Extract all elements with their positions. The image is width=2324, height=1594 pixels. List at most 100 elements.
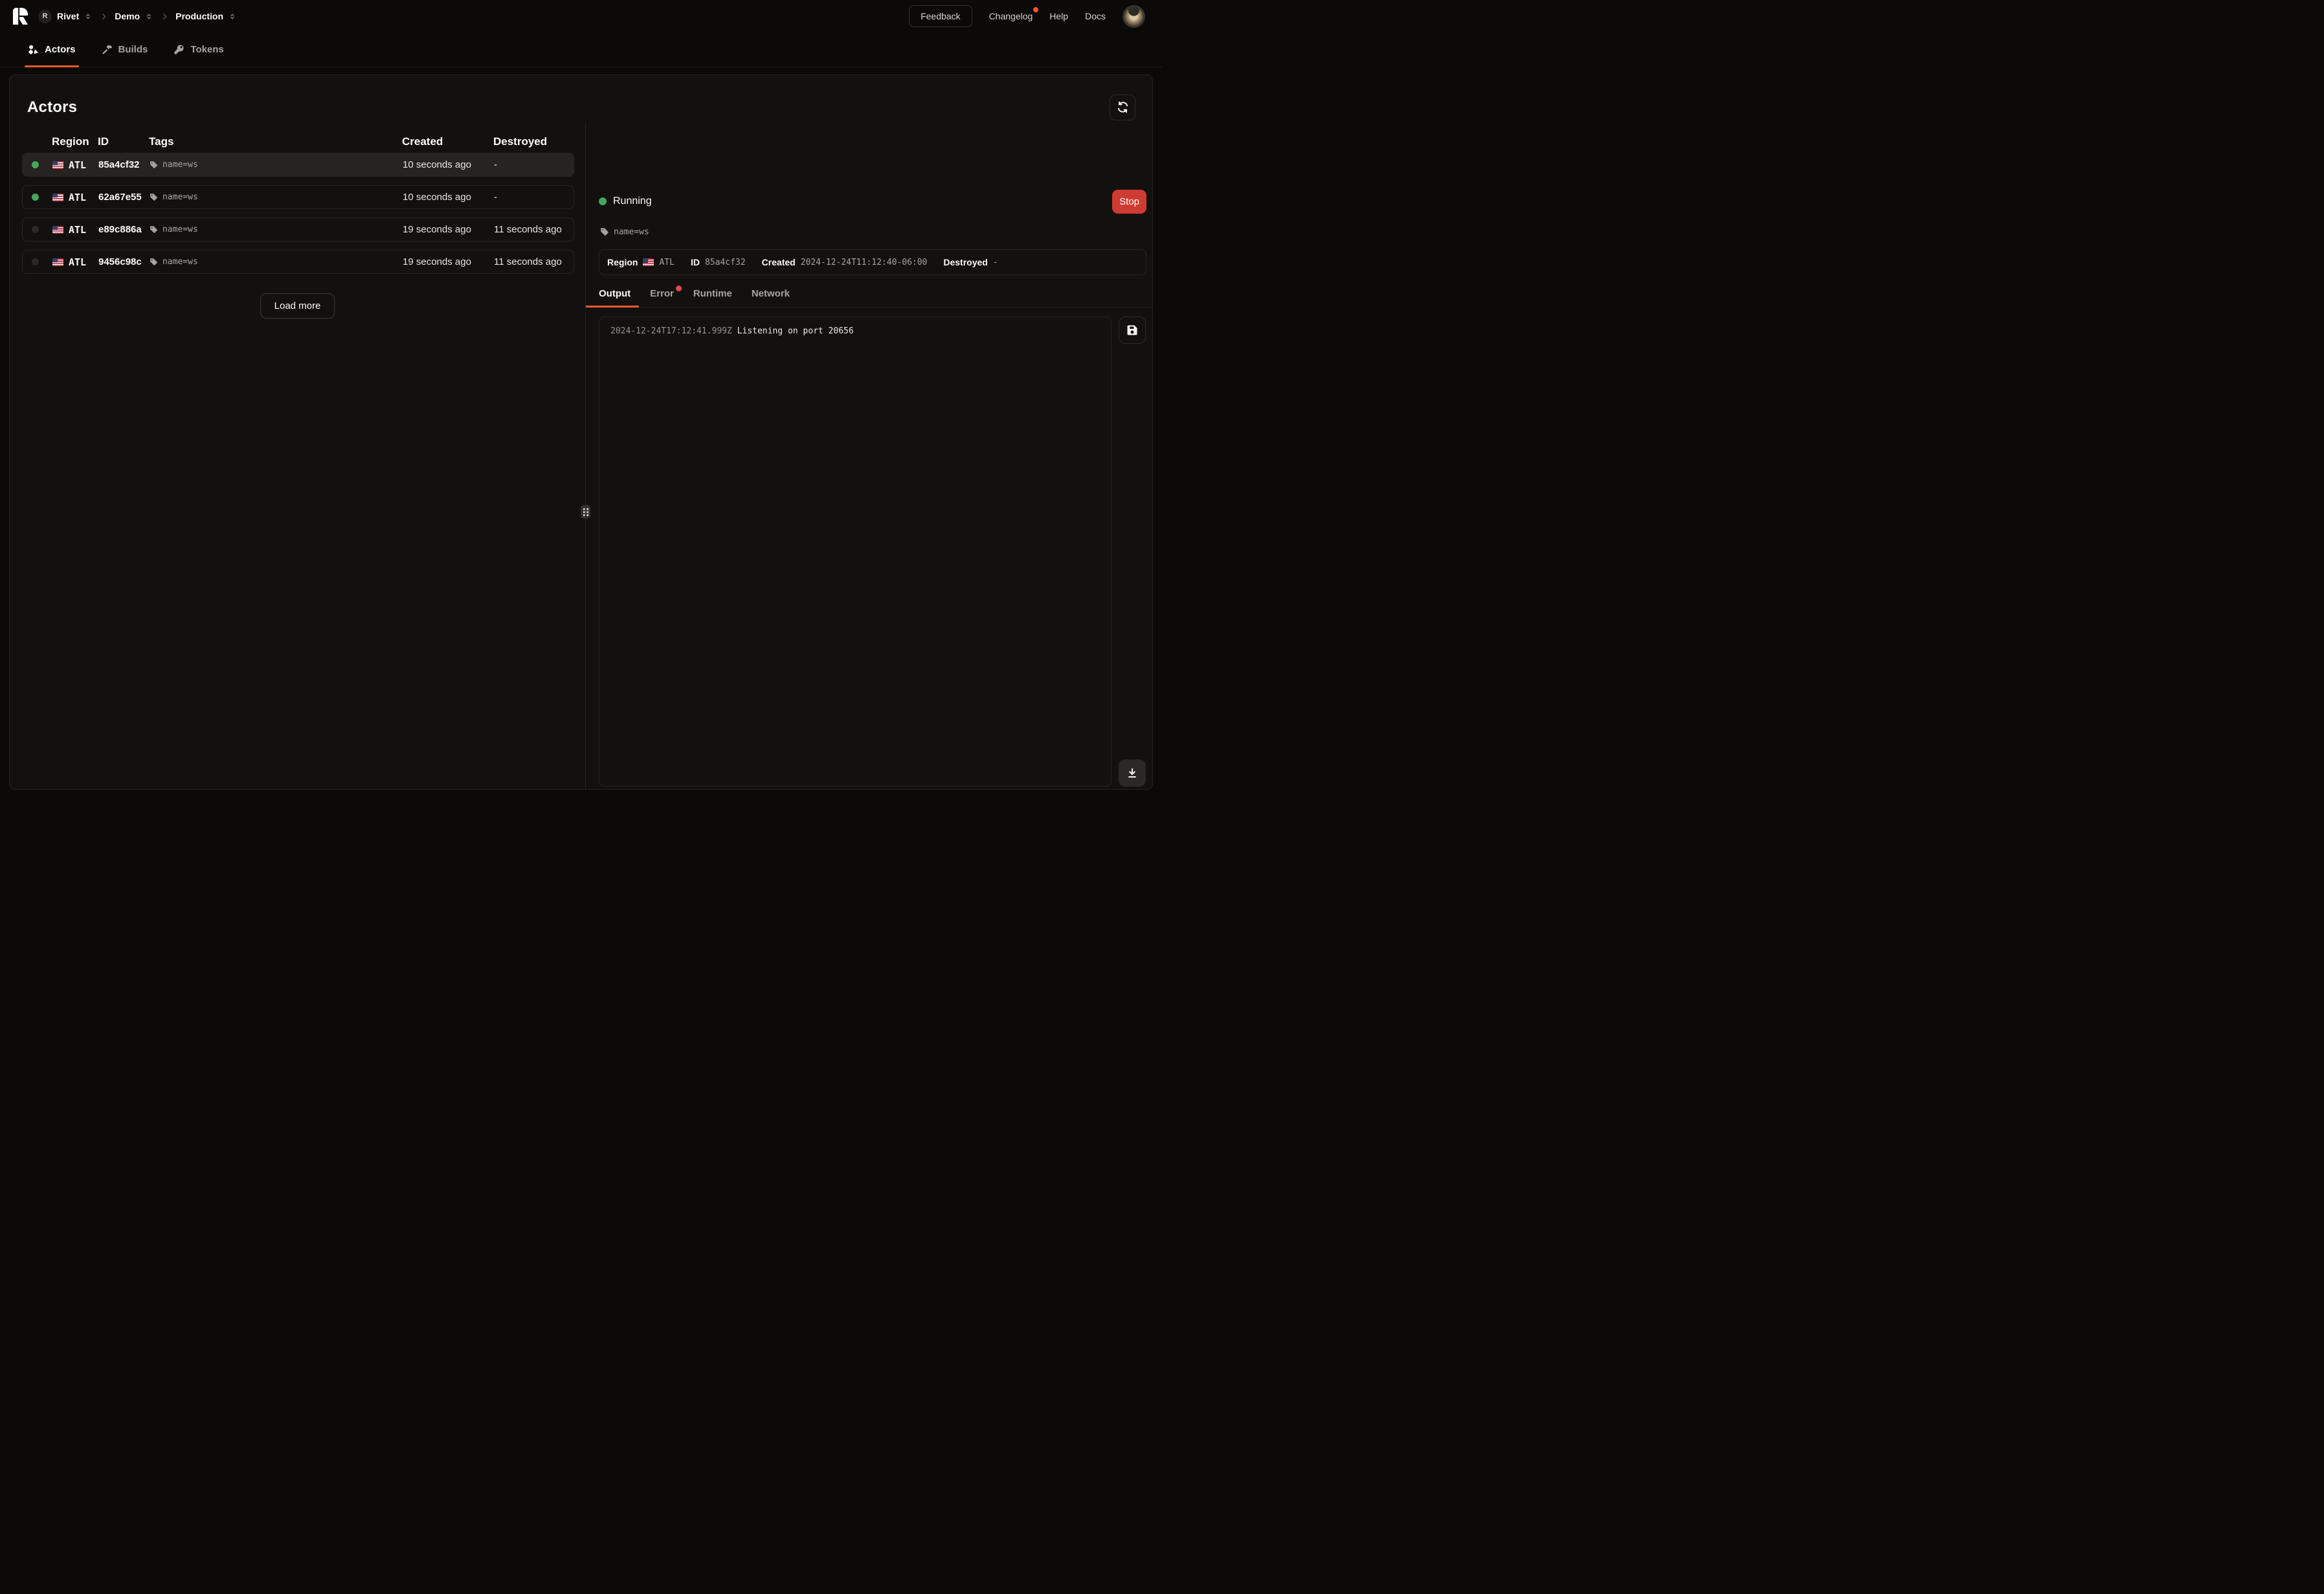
actor-id: 85a4cf32	[98, 159, 150, 170]
tag-icon	[150, 225, 158, 234]
top-header: R Rivet Demo Production	[0, 0, 1162, 32]
col-header-id: ID	[98, 135, 149, 148]
tab-actors-label: Actors	[45, 44, 76, 55]
status-dot-destroyed	[32, 226, 39, 233]
tag-icon	[150, 193, 158, 201]
detail-status-row: Running Stop	[599, 189, 1146, 214]
status-label: Running	[613, 196, 652, 207]
us-flag-icon	[52, 161, 63, 169]
feedback-button[interactable]: Feedback	[909, 5, 972, 27]
status-dot-running	[32, 194, 39, 201]
log-output-panel[interactable]: 2024-12-24T17:12:41.999Z Listening on po…	[599, 317, 1112, 787]
card-header: Actors	[10, 75, 1152, 122]
created-at: 19 seconds ago	[403, 224, 494, 235]
page-title: Actors	[27, 98, 77, 117]
tab-error[interactable]: Error	[650, 288, 674, 307]
rivet-dashboard: R Rivet Demo Production	[0, 0, 1162, 797]
table-row[interactable]: ATL e89c886a name=ws 19 seconds ago 11 s…	[22, 218, 574, 241]
breadcrumb-org[interactable]: R Rivet	[38, 10, 79, 23]
log-timestamp: 2024-12-24T17:12:41.999Z	[610, 326, 732, 336]
actors-card: Actors Region ID Tags Created	[9, 74, 1153, 790]
error-notification-dot	[676, 286, 682, 291]
col-header-destroyed: Destroyed	[493, 135, 574, 148]
actor-id: 9456c98c	[98, 256, 150, 267]
tab-network[interactable]: Network	[752, 288, 790, 307]
col-header-region: Region	[47, 135, 98, 148]
environment-switcher-caret-icon[interactable]	[227, 12, 238, 21]
status-dot-running	[32, 161, 39, 168]
org-name: Rivet	[57, 11, 79, 21]
changelog-link[interactable]: Changelog	[989, 11, 1033, 21]
table-row[interactable]: ATL 62a67e55 name=ws 10 seconds ago -	[22, 185, 574, 209]
tab-actors[interactable]: Actors	[27, 32, 77, 67]
main-tabbar: Actors Builds Tokens	[0, 32, 1162, 67]
actor-detail-pane: Running Stop name=ws Region ATL ID 85a4c…	[586, 122, 1152, 789]
hammer-icon	[102, 44, 113, 55]
actor-tag: name=ws	[162, 160, 198, 170]
rivet-logo-icon[interactable]	[13, 8, 28, 25]
project-switcher-caret-icon[interactable]	[144, 12, 154, 21]
log-message: Listening on port 20656	[737, 326, 854, 336]
pane-divider	[585, 122, 586, 789]
us-flag-icon	[52, 226, 63, 234]
project-name: Demo	[115, 11, 140, 21]
table-row[interactable]: ATL 85a4cf32 name=ws 10 seconds ago -	[22, 153, 574, 177]
table-row[interactable]: ATL 9456c98c name=ws 19 seconds ago 11 s…	[22, 250, 574, 274]
tag-icon	[600, 227, 609, 236]
destroyed-at: -	[494, 159, 574, 170]
status-dot-destroyed	[32, 258, 39, 265]
log-line: 2024-12-24T17:12:41.999Z Listening on po…	[610, 326, 1111, 338]
tab-builds[interactable]: Builds	[100, 32, 150, 67]
created-at: 10 seconds ago	[403, 192, 494, 203]
running-status-dot	[599, 197, 607, 205]
org-avatar: R	[38, 10, 52, 23]
user-avatar[interactable]	[1123, 5, 1145, 28]
col-header-created: Created	[402, 135, 493, 148]
detail-tag: name=ws	[614, 227, 649, 237]
meta-created-value: 2024-12-24T11:12:40-06:00	[801, 258, 928, 267]
col-header-tags: Tags	[149, 135, 402, 148]
tab-tokens-label: Tokens	[190, 44, 223, 55]
stop-button[interactable]: Stop	[1112, 190, 1146, 214]
breadcrumb-project[interactable]: Demo	[115, 11, 140, 21]
docs-link[interactable]: Docs	[1085, 11, 1106, 21]
us-flag-icon	[643, 258, 654, 266]
region-code: ATL	[69, 159, 86, 171]
breadcrumb: R Rivet Demo Production	[38, 10, 238, 23]
floppy-disk-icon	[1126, 324, 1138, 336]
org-switcher-caret-icon[interactable]	[83, 12, 93, 21]
tag-icon	[150, 258, 158, 266]
actor-tag: name=ws	[162, 192, 198, 202]
download-icon	[1126, 767, 1138, 779]
meta-id-label: ID	[691, 257, 700, 267]
actor-id: e89c886a	[98, 224, 150, 235]
header-actions: Feedback Changelog Help Docs	[909, 5, 1145, 28]
actor-list-pane: Region ID Tags Created Destroyed ATL 85a…	[10, 122, 585, 789]
tag-icon	[150, 161, 158, 169]
help-link[interactable]: Help	[1049, 11, 1068, 21]
divider-drag-handle[interactable]	[581, 505, 590, 519]
tab-output[interactable]: Output	[599, 288, 631, 307]
us-flag-icon	[52, 258, 63, 266]
refresh-button[interactable]	[1110, 95, 1135, 120]
chevron-right-icon	[100, 12, 108, 21]
download-logs-button[interactable]	[1119, 759, 1146, 787]
actor-id: 62a67e55	[98, 192, 150, 203]
us-flag-icon	[52, 194, 63, 201]
meta-region-value: ATL	[659, 258, 674, 267]
table-header-row: Region ID Tags Created Destroyed	[22, 131, 574, 153]
save-logs-button[interactable]	[1119, 317, 1146, 344]
meta-destroyed-value: -	[993, 258, 998, 267]
destroyed-at: -	[494, 192, 574, 203]
log-side-controls	[1118, 317, 1146, 787]
detail-tag-row: name=ws	[600, 225, 1146, 238]
meta-region-label: Region	[607, 257, 638, 267]
tab-runtime[interactable]: Runtime	[693, 288, 732, 307]
breadcrumb-environment[interactable]: Production	[175, 11, 223, 21]
destroyed-at: 11 seconds ago	[494, 256, 574, 267]
region-code: ATL	[69, 256, 86, 268]
load-more-button[interactable]: Load more	[260, 293, 335, 319]
tab-tokens[interactable]: Tokens	[172, 32, 225, 67]
actor-tag: name=ws	[162, 225, 198, 234]
meta-id-value: 85a4cf32	[705, 258, 746, 267]
